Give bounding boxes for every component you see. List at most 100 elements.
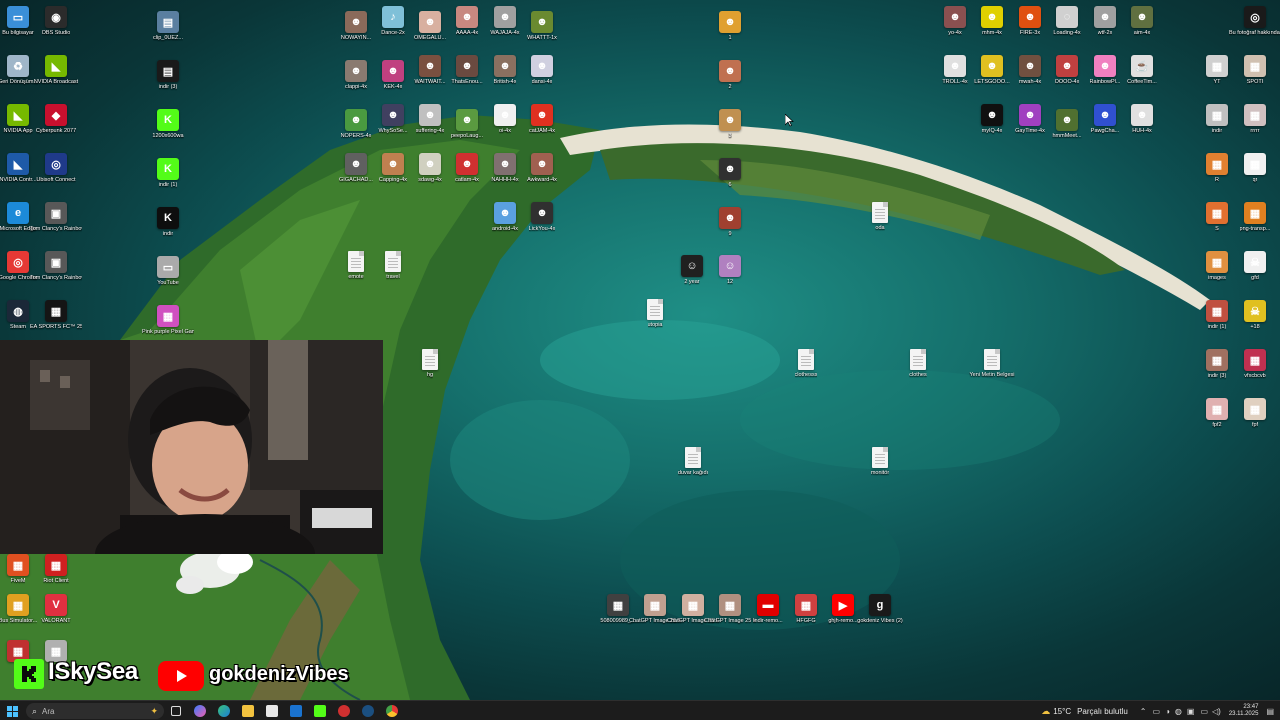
desktop-icon[interactable]: oda bbox=[856, 202, 904, 232]
taskbar-edge[interactable] bbox=[212, 701, 236, 720]
desktop-icon[interactable]: ☠ +18 bbox=[1231, 300, 1279, 331]
desktop-icon[interactable]: ☻ dansi-4x bbox=[518, 55, 566, 86]
file-thumbnail-icon: ☻ bbox=[944, 55, 966, 77]
desktop-icon[interactable]: ▦ Pink purple Pixel Gam... bbox=[142, 305, 194, 336]
desktop-icon[interactable]: ☻ 9 bbox=[706, 207, 754, 238]
weather-desc[interactable]: Parçalı bulutlu bbox=[1077, 707, 1128, 716]
desktop-icon[interactable]: K 1200x600wa bbox=[144, 109, 192, 140]
desktop-icon[interactable]: monitör bbox=[856, 447, 904, 477]
file-thumbnail-icon: ◉ bbox=[45, 6, 67, 28]
desktop-icon[interactable]: clothesss bbox=[782, 349, 830, 379]
desktop-icon[interactable]: ▤ clip_0UEZ... bbox=[144, 11, 192, 42]
taskbar-kick[interactable] bbox=[308, 701, 332, 720]
file-thumbnail-icon: ▦ bbox=[1244, 153, 1266, 175]
desktop-icon[interactable]: ◎ Bu fotoğraf hakkında ... bbox=[1229, 6, 1280, 37]
file-thumbnail-icon: ☻ bbox=[419, 153, 441, 175]
desktop-icon[interactable]: ☻ WHATTT-1x bbox=[518, 11, 566, 42]
file-thumbnail-icon: K bbox=[157, 109, 179, 131]
desktop-icon[interactable]: ▦ png-transp... bbox=[1231, 202, 1279, 233]
notification-bell-icon[interactable]: ▤ bbox=[1266, 707, 1274, 716]
task-view-button[interactable] bbox=[164, 701, 188, 720]
desktop-icon[interactable]: ▦ EA SPORTS FC™ 25 bbox=[30, 300, 82, 331]
desktop-icon[interactable]: V VALORANT bbox=[32, 594, 80, 625]
show-hidden-icons-icon[interactable]: ⌃ bbox=[1140, 707, 1147, 716]
file-thumbnail-icon: ♻ bbox=[7, 55, 29, 77]
desktop-icon[interactable]: Yeni Metin Belgesi bbox=[968, 349, 1016, 379]
desktop-icon-label: British-4x bbox=[493, 79, 517, 85]
desktop-icon[interactable]: ☻ aim-4x bbox=[1118, 6, 1166, 37]
desktop-icon[interactable]: ▦ rrrrr bbox=[1231, 104, 1279, 135]
desktop-icon[interactable]: ▣ Tom Clancy's Rainbow Si... bbox=[30, 251, 82, 282]
file-thumbnail-icon: ▦ bbox=[719, 594, 741, 616]
search-input[interactable]: ⌕ Ara ✦ bbox=[26, 703, 164, 719]
desktop-icon[interactable]: Kindir (1) bbox=[144, 158, 192, 189]
desktop-icon[interactable]: ▦ qr bbox=[1231, 153, 1279, 184]
desktop-icon[interactable]: ☻ LickYou-4x bbox=[518, 202, 566, 233]
desktop-icon[interactable]: travel bbox=[369, 251, 417, 281]
tray-app-icon[interactable]: ▭ bbox=[1153, 707, 1161, 716]
tray-app-icon-2[interactable]: ◑ bbox=[1165, 707, 1170, 716]
desktop[interactable]: ▭ Bu bilgisayar ◉ OBS Studio ♻ Geri Dönüşüm..… bbox=[0, 0, 1280, 700]
desktop-icon[interactable]: ☻ catJAM-4x bbox=[518, 104, 566, 135]
desktop-icon[interactable]: ◉ OBS Studio bbox=[32, 6, 80, 37]
desktop-icon-label: YouTube bbox=[157, 280, 179, 286]
desktop-icon[interactable]: ☠ gfd bbox=[1231, 251, 1279, 282]
desktop-icon[interactable]: ☻ HUH-4x bbox=[1118, 104, 1166, 135]
taskbar-app[interactable] bbox=[332, 701, 356, 720]
weather-temp[interactable]: 15°C bbox=[1053, 707, 1071, 716]
desktop-icon[interactable]: ☻ 1 bbox=[706, 11, 754, 42]
file-thumbnail-icon: ▦ bbox=[644, 594, 666, 616]
desktop-icon[interactable]: ▦ Riot Client bbox=[32, 554, 80, 585]
file-thumbnail-icon: ▦ bbox=[7, 594, 29, 616]
youtube-channel-name: gokdenizVibes bbox=[209, 663, 349, 685]
desktop-icon-label: png-transp... bbox=[1239, 226, 1271, 232]
desktop-icon-label: myIQ-4x bbox=[981, 128, 1003, 134]
desktop-icon[interactable]: ▣ Tom Clancy's Rainbow Si... bbox=[30, 202, 82, 233]
desktop-icon[interactable]: utopia bbox=[631, 299, 679, 329]
taskbar-outlook[interactable] bbox=[284, 701, 308, 720]
desktop-icon-label: ThatsEnou... bbox=[451, 79, 483, 85]
desktop-icon[interactable]: ☕ CoffeeTim... bbox=[1118, 55, 1166, 86]
desktop-icon[interactable]: ▦ SPOTI bbox=[1231, 55, 1279, 86]
desktop-icon[interactable]: ◎ Ubisoft Connect bbox=[32, 153, 80, 184]
desktop-icon[interactable]: ☺ 12 bbox=[706, 255, 754, 286]
file-thumbnail-icon: ☻ bbox=[1019, 55, 1041, 77]
desktop-icon-label: Capping-4x bbox=[378, 177, 408, 183]
desktop-icon[interactable]: Kindir bbox=[144, 207, 192, 238]
taskbar-chrome[interactable] bbox=[380, 701, 404, 720]
desktop-icon[interactable]: ▦ fpf bbox=[1231, 398, 1279, 429]
desktop-icon-label: Steam bbox=[10, 324, 26, 330]
tray-app-icon-3[interactable]: ▣ bbox=[1187, 707, 1195, 716]
desktop-icon-label: 1 bbox=[728, 35, 732, 41]
start-button[interactable] bbox=[0, 701, 24, 720]
desktop-icon-label: GIGACHAD... bbox=[339, 177, 373, 183]
taskbar-steam[interactable] bbox=[356, 701, 380, 720]
desktop-icon[interactable]: ▤ indir (3) bbox=[144, 60, 192, 91]
desktop-icon[interactable]: ☻ 2 bbox=[706, 60, 754, 91]
taskbar-file-explorer[interactable] bbox=[236, 701, 260, 720]
desktop-icon[interactable]: hg bbox=[406, 349, 454, 379]
file-thumbnail-icon: ▦ bbox=[607, 594, 629, 616]
desktop-icon[interactable]: ◆ Cyberpunk 2077 bbox=[32, 104, 80, 135]
desktop-icon[interactable]: ☻ 3 bbox=[706, 109, 754, 140]
file-thumbnail-icon: ☻ bbox=[531, 55, 553, 77]
desktop-icon[interactable]: clothes bbox=[894, 349, 942, 379]
taskbar-store[interactable] bbox=[260, 701, 284, 720]
desktop-icon-label: clip_0UEZ... bbox=[153, 35, 183, 41]
desktop-icon[interactable]: g gokdeniz Vibes (2) bbox=[856, 594, 904, 625]
desktop-icon[interactable]: ◣ NVIDIA Broadcast bbox=[32, 55, 80, 86]
desktop-icon[interactable]: duvar kağıdı bbox=[669, 447, 717, 477]
volume-icon[interactable]: ◁) bbox=[1212, 707, 1221, 716]
desktop-icon-label: S bbox=[1215, 226, 1219, 232]
clock[interactable]: 23:47 23.11.2025 bbox=[1229, 704, 1259, 718]
desktop-icon[interactable]: ▭ YouTube bbox=[144, 256, 192, 287]
desktop-icon[interactable]: ☻ 6 bbox=[706, 158, 754, 189]
desktop-icon[interactable]: ▦ vfxcbcvb bbox=[1231, 349, 1279, 380]
taskbar-copilot[interactable] bbox=[188, 701, 212, 720]
desktop-icon-label: HUH-4x bbox=[1132, 128, 1152, 134]
tray-steam-icon[interactable]: ◍ bbox=[1175, 707, 1182, 716]
file-thumbnail-icon: ☻ bbox=[419, 11, 441, 33]
desktop-icon-label: peepoLaug... bbox=[450, 133, 484, 139]
desktop-icon[interactable]: ☻ Awkward-4x bbox=[518, 153, 566, 184]
network-icon[interactable]: ▭ bbox=[1200, 707, 1208, 716]
